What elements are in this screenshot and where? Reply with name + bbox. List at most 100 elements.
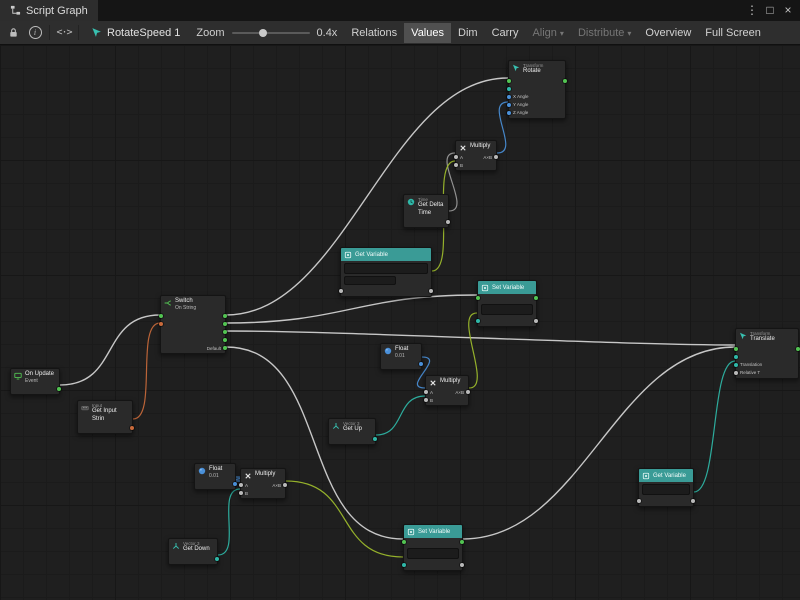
port-dot[interactable] — [466, 390, 470, 394]
port-row — [736, 353, 798, 361]
close-icon[interactable]: × — [779, 0, 797, 21]
variable-field-secondary[interactable] — [344, 276, 396, 285]
toolbar-separator — [78, 25, 79, 40]
port-dot[interactable] — [534, 296, 538, 300]
toolbar-button-align[interactable]: Align▾ — [525, 23, 570, 43]
node-get-input[interactable]: InputGet Input Strin — [77, 400, 133, 434]
node-vector3-get-down[interactable]: Vector 3Get Down — [168, 538, 218, 565]
node-translate[interactable]: TransformTranslateTranslationRelative T — [735, 328, 799, 379]
node-float-2[interactable]: Float0.01 — [194, 463, 236, 490]
port-dot[interactable] — [402, 540, 406, 544]
port-dot[interactable] — [460, 540, 464, 544]
port-dot[interactable] — [494, 155, 498, 159]
menu-icon[interactable]: ⋮ — [743, 0, 761, 21]
port-dot[interactable] — [223, 346, 227, 350]
node-vector3-get-up[interactable]: Vector 3Get Up — [328, 418, 376, 445]
node-multiply-3[interactable]: MultiplyAA×BB — [240, 468, 286, 499]
toolbar-button-relations[interactable]: Relations — [344, 23, 404, 43]
node-multiply-2[interactable]: MultiplyAA×BB — [425, 375, 469, 406]
port-dot[interactable] — [419, 362, 423, 366]
port-dot[interactable] — [57, 387, 61, 391]
port-dot[interactable] — [223, 314, 227, 318]
port-row — [404, 538, 462, 546]
port-dot[interactable] — [223, 330, 227, 334]
port-label: A×B — [272, 483, 281, 488]
port-dot[interactable] — [429, 289, 433, 293]
port-dot[interactable] — [223, 322, 227, 326]
code-socket-icon[interactable]: <·> — [53, 23, 75, 43]
port-dot[interactable] — [239, 483, 243, 487]
toolbar-button-full-screen[interactable]: Full Screen — [698, 23, 768, 43]
port-dot[interactable] — [460, 563, 464, 567]
node-multiply-1[interactable]: MultiplyAA×BB — [455, 140, 497, 171]
port-dot[interactable] — [424, 390, 428, 394]
tab-script-graph[interactable]: Script Graph — [0, 0, 98, 21]
port-dot[interactable] — [215, 557, 219, 561]
toolbar-button-carry[interactable]: Carry — [485, 23, 526, 43]
port-label: B — [245, 491, 248, 496]
port-dot[interactable] — [373, 437, 377, 441]
port-dot[interactable] — [159, 314, 163, 318]
port-dot[interactable] — [223, 338, 227, 342]
maximize-icon[interactable]: □ — [761, 0, 779, 21]
port-dot[interactable] — [159, 322, 163, 326]
port-dot[interactable] — [402, 563, 406, 567]
port-dot[interactable] — [507, 95, 511, 99]
toolbar-button-dim[interactable]: Dim — [451, 23, 485, 43]
port-dot[interactable] — [691, 499, 695, 503]
port-dot[interactable] — [734, 363, 738, 367]
variable-field[interactable] — [407, 548, 459, 559]
node-float-1[interactable]: Float0.01 — [380, 343, 422, 370]
port-dot[interactable] — [796, 347, 800, 351]
port-dot[interactable] — [507, 111, 511, 115]
port-dot[interactable] — [507, 103, 511, 107]
port-dot[interactable] — [476, 296, 480, 300]
variable-field[interactable] — [344, 263, 428, 274]
node-set-variable-1[interactable]: Set Variable — [477, 280, 537, 327]
toolbar-button-overview[interactable]: Overview — [638, 23, 698, 43]
graph-name[interactable]: RotateSpeed 1 — [82, 27, 189, 39]
port-dot[interactable] — [534, 319, 538, 323]
port-dot[interactable] — [424, 398, 428, 402]
clock-icon — [407, 198, 415, 206]
port-dot[interactable] — [734, 355, 738, 359]
variable-field[interactable] — [481, 304, 533, 315]
node-set-variable-2[interactable]: Set Variable — [403, 524, 463, 571]
port-dot[interactable] — [507, 79, 511, 83]
node-rotate[interactable]: TransformRotateX AngleY AngleZ Angle — [508, 60, 566, 119]
port-dot[interactable] — [239, 491, 243, 495]
port-dot[interactable] — [734, 371, 738, 375]
port-dot[interactable] — [130, 426, 134, 430]
zoom-control: Zoom 0.4x — [189, 27, 344, 39]
port-dot[interactable] — [637, 499, 641, 503]
port-dot[interactable] — [454, 163, 458, 167]
port-dot[interactable] — [283, 483, 287, 487]
node-get-variable-1[interactable]: Get Variable — [340, 247, 432, 297]
port-dot[interactable] — [734, 347, 738, 351]
port-dot[interactable] — [339, 289, 343, 293]
port-dot[interactable] — [454, 155, 458, 159]
float-icon — [198, 467, 206, 475]
zoom-slider[interactable] — [232, 32, 310, 34]
port-dot[interactable] — [563, 79, 567, 83]
node-on-update[interactable]: On UpdateEvent — [10, 368, 60, 395]
zoom-slider-thumb[interactable] — [259, 29, 267, 37]
lock-icon[interactable] — [2, 23, 24, 43]
info-icon[interactable]: i — [24, 23, 46, 43]
port-row: B — [426, 396, 468, 404]
variable-icon — [344, 251, 352, 259]
node-switch-on-string[interactable]: SwitchOn StringDefault — [160, 295, 226, 354]
port-row — [329, 435, 375, 443]
node-subtitle: 0.01 — [209, 473, 222, 479]
toolbar-button-distribute[interactable]: Distribute▾ — [571, 23, 638, 43]
port-dot[interactable] — [446, 220, 450, 224]
node-get-variable-2[interactable]: Get Variable — [638, 468, 694, 507]
toolbar-button-values[interactable]: Values — [404, 23, 451, 43]
port-dot[interactable] — [507, 87, 511, 91]
port-dot[interactable] — [233, 482, 237, 486]
node-get-delta-time[interactable]: TimeGet Delta Time — [403, 194, 449, 228]
port-row: Relative T — [736, 369, 798, 377]
port-dot[interactable] — [476, 319, 480, 323]
graph-canvas[interactable]: TransformRotateX AngleY AngleZ Angle Mult… — [0, 45, 800, 600]
variable-field[interactable] — [642, 484, 690, 495]
